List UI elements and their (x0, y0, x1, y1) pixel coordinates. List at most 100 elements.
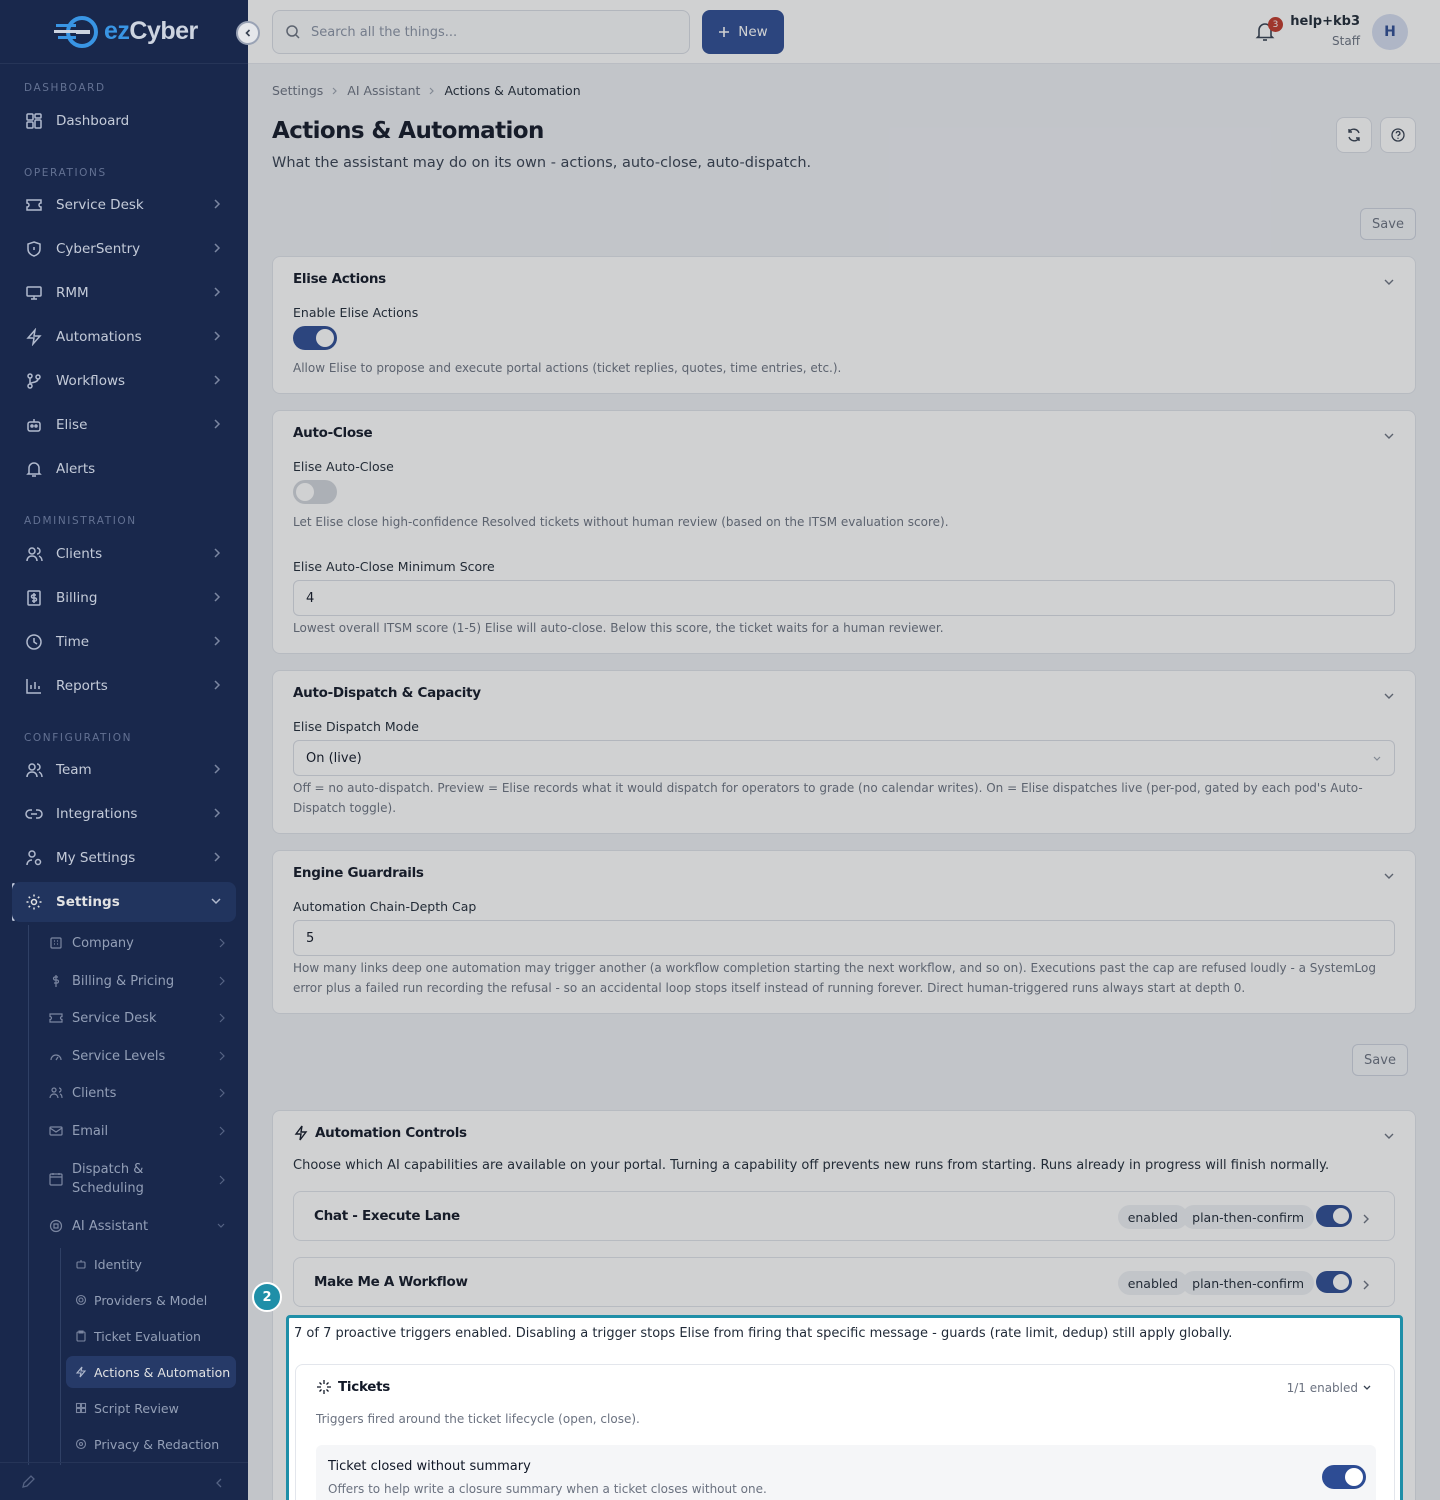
lane-status-pill: enabled (1117, 1271, 1188, 1295)
trigger-group-count[interactable]: 1/1 enabled (1287, 1381, 1372, 1395)
sidebar-item-label: Automations (56, 329, 142, 345)
notification-count-badge: 3 (1268, 17, 1283, 32)
sidebar-ai-script-review[interactable]: Script Review (66, 1392, 236, 1424)
link-icon (24, 804, 44, 824)
chevron-down-icon[interactable] (1383, 687, 1395, 706)
users-icon (24, 544, 44, 564)
sidebar-ai-ticket-evaluation[interactable]: Ticket Evaluation (66, 1320, 236, 1352)
collapse-left-icon[interactable] (214, 1475, 224, 1494)
chevron-right-icon[interactable] (1362, 1276, 1370, 1295)
sidebar-ai-identity[interactable]: Identity (66, 1248, 236, 1280)
sidebar-sub-company[interactable]: Company (36, 925, 236, 961)
chevron-down-icon[interactable] (1383, 1127, 1395, 1146)
elise-actions-toggle[interactable] (293, 326, 337, 350)
sidebar-item-integrations[interactable]: Integrations (12, 794, 236, 834)
auto-close-score-input[interactable]: 4 (293, 580, 1395, 616)
sidebar-item-service-desk[interactable]: Service Desk (12, 185, 236, 225)
topbar: New 3 help+kb3 Staff H (248, 0, 1440, 64)
sidebar-ai-actions-automation[interactable]: Actions & Automation (66, 1356, 236, 1388)
chevron-right-icon (218, 1125, 226, 1141)
lane-mode-pill: plan-then-confirm (1182, 1205, 1314, 1229)
trigger-toggle[interactable] (1322, 1465, 1366, 1489)
sidebar-sub-billing-pricing[interactable]: Billing & Pricing (36, 963, 236, 999)
sidebar-sub-service-desk[interactable]: Service Desk (36, 1000, 236, 1036)
trigger-group-title[interactable]: Tickets (316, 1379, 390, 1395)
sidebar-item-elise[interactable]: Elise (12, 405, 236, 445)
brand-logo[interactable]: ezCyber (54, 15, 198, 49)
sidebar-item-clients[interactable]: Clients (12, 534, 236, 574)
sidebar-item-settings[interactable]: Settings (12, 882, 236, 922)
lane-toggle[interactable] (1316, 1271, 1352, 1293)
sidebar-sub-label: Company (72, 935, 134, 951)
sidebar-sub-service-levels[interactable]: Service Levels (36, 1038, 236, 1074)
card-title: Auto-Dispatch & Capacity (293, 685, 481, 701)
breadcrumb: Settings AI Assistant Actions & Automati… (272, 83, 581, 98)
card-auto-close: Auto-Close Elise Auto-Close Let Elise cl… (272, 410, 1416, 654)
sidebar-item-rmm[interactable]: RMM (12, 273, 236, 313)
breadcrumb-ai-assistant[interactable]: AI Assistant (347, 83, 420, 98)
chevron-down-icon[interactable] (1383, 273, 1395, 292)
sidebar-item-cybersentry[interactable]: CyberSentry (12, 229, 236, 269)
ticket-icon (24, 195, 44, 215)
new-button[interactable]: New (702, 10, 784, 54)
sidebar-ai-label: Actions & Automation (94, 1364, 231, 1380)
users-icon (48, 1085, 64, 1101)
sidebar-sub-email[interactable]: Email (36, 1113, 236, 1149)
sidebar-item-dashboard[interactable]: Dashboard (12, 101, 236, 141)
sidebar-item-time[interactable]: Time (12, 622, 236, 662)
sidebar-sub-label: Billing & Pricing (72, 973, 175, 989)
sidebar-item-my-settings[interactable]: My Settings (12, 838, 236, 878)
help-icon (1391, 128, 1405, 142)
avatar[interactable]: H (1372, 14, 1408, 50)
chevron-right-icon[interactable] (1362, 1210, 1370, 1229)
section-operations: OPERATIONS (24, 167, 107, 179)
brand: ezCyber (0, 0, 248, 64)
sidebar-item-label: RMM (56, 285, 89, 301)
sidebar-sub-dispatch-scheduling[interactable]: Dispatch & Scheduling (36, 1158, 236, 1200)
breadcrumb-settings[interactable]: Settings (272, 83, 323, 98)
sidebar-item-label: Time (56, 634, 90, 650)
sidebar-item-automations[interactable]: Automations (12, 317, 236, 357)
sidebar-ai-providers-model[interactable]: Providers & Model (66, 1284, 236, 1316)
sidebar-ai-privacy-redaction[interactable]: Privacy & Redaction (66, 1428, 236, 1460)
brand-name: ezCyber (104, 17, 198, 45)
save-button-bottom[interactable]: Save (1352, 1044, 1408, 1076)
auto-close-toggle[interactable] (293, 480, 337, 504)
building-icon (48, 935, 64, 951)
lane-row-make-workflow[interactable]: Make Me A Workflow enabled plan-then-con… (293, 1257, 1395, 1307)
card-title: Auto-Close (293, 425, 373, 441)
pencil-icon[interactable] (20, 1474, 36, 1494)
help-button[interactable] (1380, 117, 1416, 153)
sidebar-item-alerts[interactable]: Alerts (12, 449, 236, 489)
lane-row-chat-execute[interactable]: Chat - Execute Lane enabled plan-then-co… (293, 1191, 1395, 1241)
refresh-button[interactable] (1336, 117, 1372, 153)
dispatch-mode-select[interactable]: On (live) (293, 740, 1395, 776)
chain-depth-input[interactable]: 5 (293, 920, 1395, 956)
chevron-right-icon (212, 546, 222, 564)
breadcrumb-current: Actions & Automation (444, 83, 581, 98)
lane-mode-pill: plan-then-confirm (1182, 1271, 1314, 1295)
page-title: Actions & Automation (272, 118, 544, 144)
chevron-down-icon[interactable] (1383, 867, 1395, 886)
search-input[interactable] (311, 24, 671, 40)
sidebar-sub-clients[interactable]: Clients (36, 1075, 236, 1111)
lane-toggle[interactable] (1316, 1205, 1352, 1227)
dollar-icon (24, 588, 44, 608)
sidebar-ai-label: Providers & Model (94, 1292, 208, 1308)
save-button-top[interactable]: Save (1360, 208, 1416, 240)
notifications-button[interactable]: 3 (1254, 17, 1283, 44)
sidebar-item-billing[interactable]: Billing (12, 578, 236, 618)
sidebar-sub-ai-assistant[interactable]: AI Assistant (36, 1208, 236, 1244)
search-box[interactable] (272, 10, 690, 54)
collapse-sidebar-button[interactable] (236, 21, 260, 45)
user-name[interactable]: help+kb3 (1290, 14, 1360, 29)
sidebar-item-reports[interactable]: Reports (12, 666, 236, 706)
section-dashboard: DASHBOARD (24, 82, 106, 94)
sidebar-item-label: Dashboard (56, 113, 130, 129)
user-gear-icon (24, 848, 44, 868)
chevron-right-icon (430, 87, 435, 94)
chevron-right-icon (212, 285, 222, 303)
sidebar-item-team[interactable]: Team (12, 750, 236, 790)
chevron-down-icon[interactable] (1383, 427, 1395, 446)
sidebar-item-workflows[interactable]: Workflows (12, 361, 236, 401)
